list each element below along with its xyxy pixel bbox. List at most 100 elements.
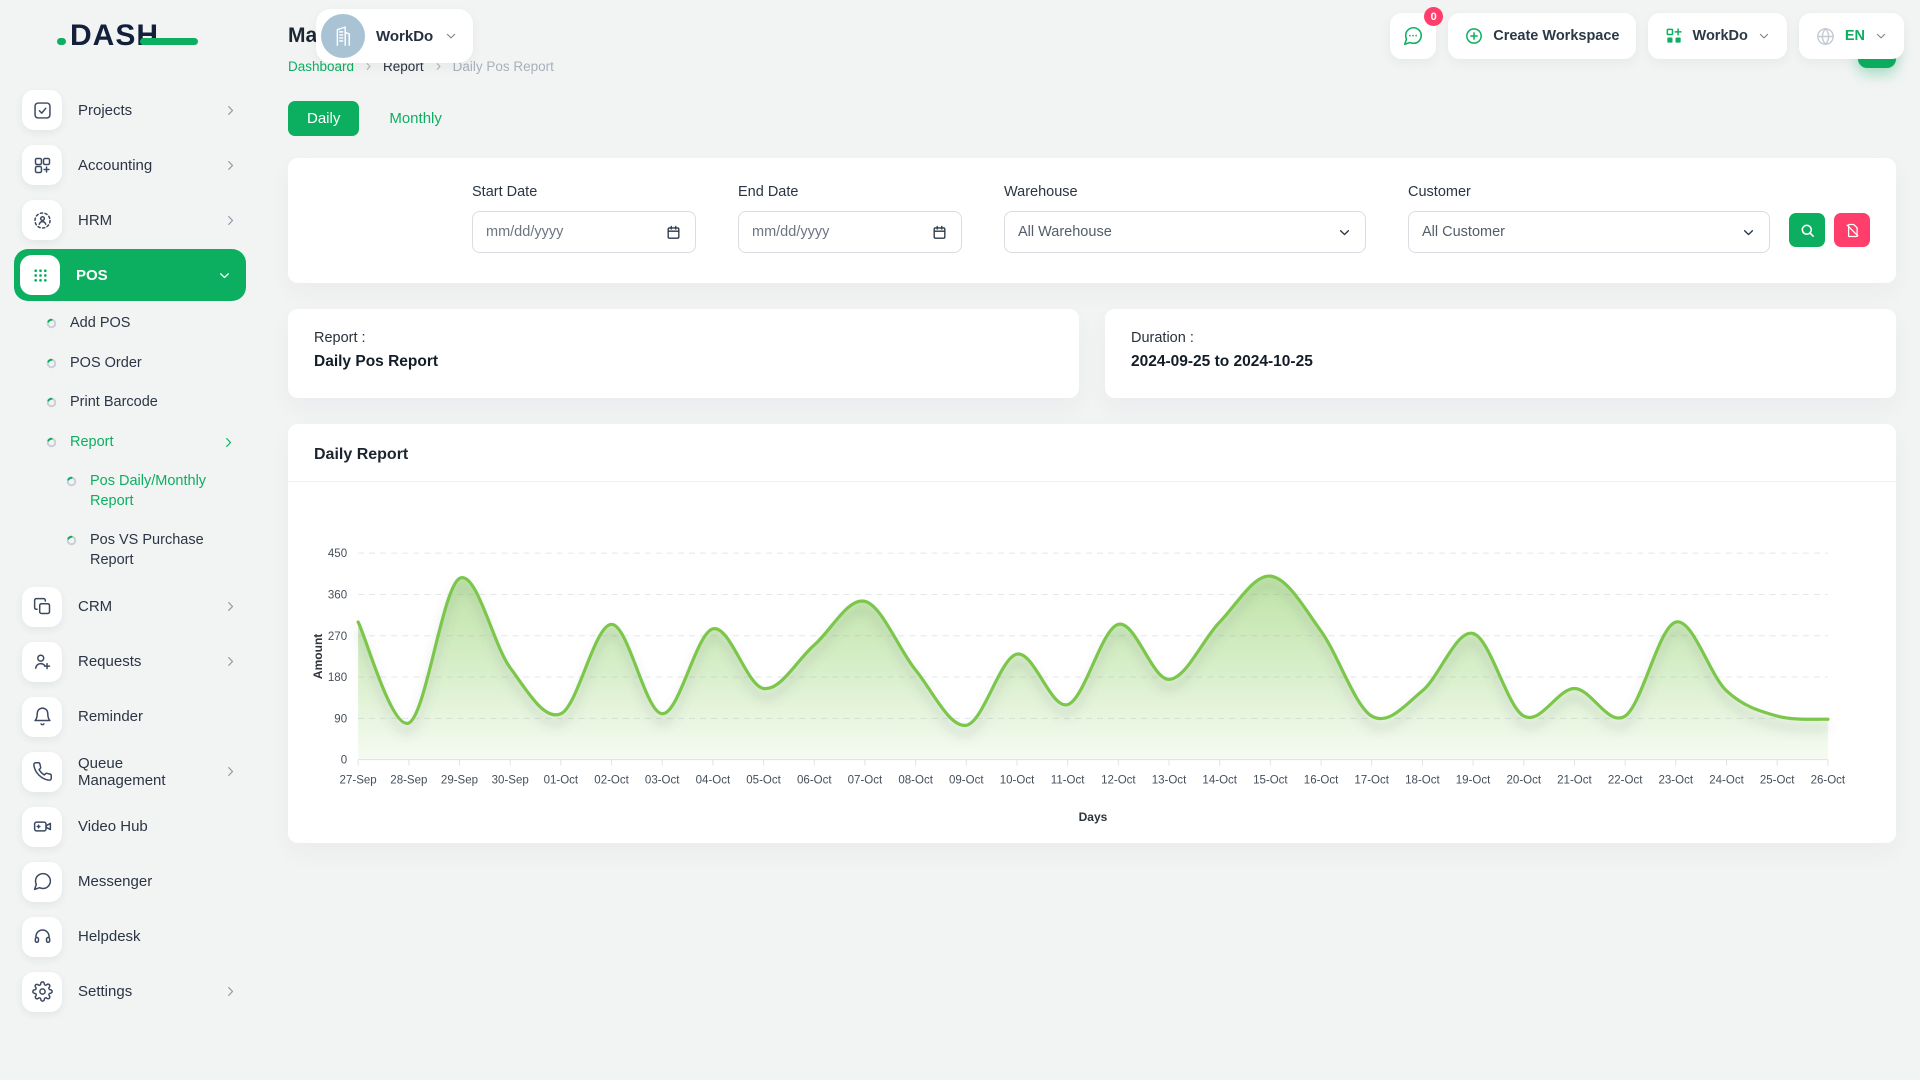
calendar-icon[interactable] — [931, 224, 948, 241]
app-logo[interactable]: DASH — [70, 19, 288, 53]
language-selector[interactable]: EN — [1799, 13, 1904, 59]
chevron-down-icon — [1337, 225, 1352, 240]
svg-text:Days: Days — [1079, 810, 1108, 824]
workspace-selector[interactable]: WorkDo — [316, 9, 473, 63]
logo-text: DASH — [70, 19, 159, 52]
workspace-name: WorkDo — [376, 28, 433, 45]
language-code: EN — [1845, 28, 1865, 44]
bell-icon — [22, 697, 62, 737]
end-date-field: End Date — [738, 184, 962, 253]
chevron-down-icon — [1741, 225, 1756, 240]
search-button[interactable] — [1789, 213, 1825, 247]
sidebar-subitem-label: Pos Daily/Monthly Report — [90, 472, 236, 511]
bullet-icon — [66, 535, 77, 546]
warehouse-select[interactable]: All Warehouse — [1004, 211, 1366, 253]
sidebar-item-helpdesk[interactable]: Helpdesk — [14, 911, 246, 963]
svg-text:10-Oct: 10-Oct — [1000, 775, 1035, 787]
chevron-down-icon — [444, 29, 458, 43]
tab-daily[interactable]: Daily — [288, 101, 359, 136]
plus-circle-icon — [1464, 26, 1484, 46]
company-menu-button[interactable]: WorkDo — [1648, 13, 1787, 59]
svg-text:01-Oct: 01-Oct — [544, 775, 579, 787]
main-content: Manage Pos Dashboard Report Daily Pos Re… — [260, 0, 1920, 867]
sidebar-item-pos[interactable]: POS — [14, 249, 246, 301]
sidebar-item-projects[interactable]: Projects — [14, 84, 246, 136]
warehouse-selected-value: All Warehouse — [1018, 224, 1112, 240]
sidebar-item-report[interactable]: Report — [14, 423, 246, 463]
sidebar-item-print-barcode[interactable]: Print Barcode — [14, 383, 246, 423]
sidebar-subitem-label: POS Order — [70, 354, 236, 374]
duration-label: Duration : — [1131, 330, 1870, 346]
gear-icon — [22, 972, 62, 1012]
svg-text:04-Oct: 04-Oct — [696, 775, 731, 787]
message-icon — [22, 862, 62, 902]
copy-icon — [22, 587, 62, 627]
svg-text:18-Oct: 18-Oct — [1405, 775, 1440, 787]
sidebar-nav: Projects Accounting HRMPOSAdd POS POS Order… — [14, 84, 246, 1018]
tab-monthly[interactable]: Monthly — [389, 110, 442, 127]
sidebar-item-accounting[interactable]: Accounting — [14, 139, 246, 191]
svg-text:17-Oct: 17-Oct — [1354, 775, 1389, 787]
sidebar-item-messenger[interactable]: Messenger — [14, 856, 246, 908]
sidebar-item-label: Accounting — [78, 157, 207, 174]
svg-text:16-Oct: 16-Oct — [1304, 775, 1339, 787]
sidebar-item-reminder[interactable]: Reminder — [14, 691, 246, 743]
dots-grid-icon — [20, 255, 60, 295]
duration-card: Duration : 2024-09-25 to 2024-10-25 — [1105, 309, 1896, 398]
video-icon — [22, 807, 62, 847]
svg-text:15-Oct: 15-Oct — [1253, 775, 1288, 787]
end-date-input[interactable] — [752, 224, 902, 240]
sidebar-item-pos-order[interactable]: POS Order — [14, 344, 246, 384]
chevron-right-icon — [223, 158, 238, 173]
customer-label: Customer — [1408, 184, 1770, 200]
daily-report-chart: 09018027036045027-Sep28-Sep29-Sep30-Sep0… — [288, 482, 1896, 837]
workspace-grid-icon — [1664, 26, 1684, 46]
svg-text:Amount: Amount — [311, 634, 325, 679]
svg-text:23-Oct: 23-Oct — [1658, 775, 1693, 787]
report-type-label: Report : — [314, 330, 1053, 346]
sidebar-item-requests[interactable]: Requests — [14, 636, 246, 688]
sidebar-item-label: Queue Management — [78, 755, 207, 789]
sidebar-item-crm[interactable]: CRM — [14, 581, 246, 633]
customer-select[interactable]: All Customer — [1408, 211, 1770, 253]
duration-value: 2024-09-25 to 2024-10-25 — [1131, 353, 1870, 371]
chevron-right-icon — [223, 764, 238, 779]
svg-text:22-Oct: 22-Oct — [1608, 775, 1643, 787]
sidebar-item-video-hub[interactable]: Video Hub — [14, 801, 246, 853]
workspace-building-icon — [321, 14, 365, 58]
create-workspace-button[interactable]: Create Workspace — [1448, 13, 1635, 59]
svg-text:0: 0 — [341, 755, 347, 767]
bullet-icon — [66, 476, 77, 487]
sidebar-item-add-pos[interactable]: Add POS — [14, 304, 246, 344]
sidebar-item-label: Messenger — [78, 873, 238, 890]
svg-text:02-Oct: 02-Oct — [594, 775, 629, 787]
calendar-icon[interactable] — [665, 224, 682, 241]
sidebar-item-hrm[interactable]: HRM — [14, 194, 246, 246]
sidebar-subitem-label: Report — [70, 433, 208, 453]
messages-button[interactable]: 0 — [1390, 13, 1436, 59]
sidebar-item-queue-management[interactable]: Queue Management — [14, 746, 246, 798]
globe-icon — [1815, 26, 1836, 47]
svg-text:05-Oct: 05-Oct — [746, 775, 781, 787]
file-off-icon — [1844, 222, 1861, 239]
chevron-down-icon — [1874, 29, 1888, 43]
svg-text:27-Sep: 27-Sep — [340, 775, 377, 787]
svg-text:90: 90 — [334, 713, 347, 725]
svg-text:14-Oct: 14-Oct — [1202, 775, 1237, 787]
svg-text:08-Oct: 08-Oct — [898, 775, 933, 787]
report-type-value: Daily Pos Report — [314, 353, 1053, 371]
sidebar-item-pos-daily-monthly-report[interactable]: Pos Daily/Monthly Report — [14, 462, 246, 521]
chevron-right-icon — [223, 599, 238, 614]
sidebar-item-pos-vs-purchase-report[interactable]: Pos VS Purchase Report — [14, 521, 246, 580]
bullet-icon — [46, 397, 57, 408]
start-date-input[interactable] — [486, 224, 636, 240]
logo-dot — [57, 38, 66, 45]
person-target-icon — [22, 200, 62, 240]
reset-button[interactable] — [1834, 213, 1870, 247]
phone-icon — [22, 752, 62, 792]
sidebar-item-settings[interactable]: Settings — [14, 966, 246, 1018]
chevron-right-icon — [223, 654, 238, 669]
create-workspace-label: Create Workspace — [1493, 28, 1619, 44]
headset-icon — [22, 917, 62, 957]
svg-text:26-Oct: 26-Oct — [1811, 775, 1846, 787]
